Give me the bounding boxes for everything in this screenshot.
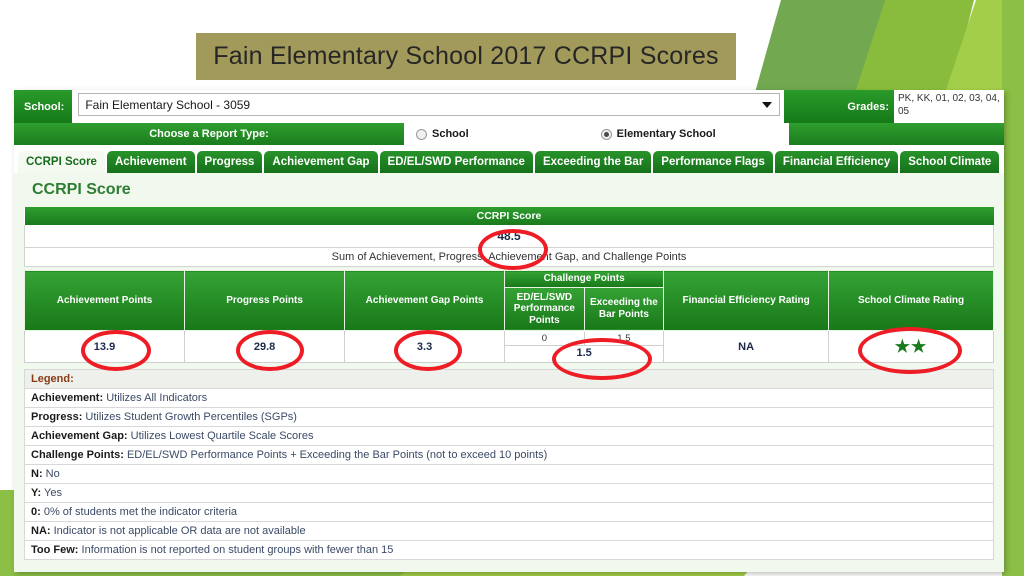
legend-desc: Information is not reported on student g… — [81, 544, 394, 556]
points-breakdown-table: Achievement Points Progress Points Achie… — [23, 270, 994, 363]
col-header-school-climate-rating: School Climate Rating — [828, 270, 994, 331]
school-toolbar: School: Fain Elementary School - 3059 Gr… — [14, 90, 1004, 123]
ccrpi-score-value: 48.5 — [24, 225, 994, 248]
legend-term: Achievement Gap: — [31, 430, 128, 442]
points-group-header-row: Achievement Points Progress Points Achie… — [23, 270, 994, 331]
report-type-options: School Elementary School — [404, 123, 789, 145]
legend-desc: Indicator is not applicable OR data are … — [53, 525, 306, 537]
ccrpi-report-app: School: Fain Elementary School - 3059 Gr… — [14, 90, 1004, 572]
tab-school-climate[interactable]: School Climate — [900, 151, 1000, 173]
legend-term: Y: — [31, 487, 42, 499]
legend-title: Legend: — [24, 369, 994, 388]
legend-desc: ED/EL/SWD Performance Points + Exceeding… — [126, 449, 548, 461]
school-select-value: Fain Elementary School - 3059 — [85, 97, 251, 112]
col-header-progress-points: Progress Points — [184, 270, 346, 331]
section-title: CCRPI Score — [32, 181, 131, 198]
challenge-points-components: 0 1.5 — [505, 332, 664, 346]
legend-row: Achievement Gap: Utilizes Lowest Quartil… — [24, 426, 994, 446]
ccrpi-score-header: CCRPI Score — [24, 207, 994, 225]
value-ed-el-swd-performance-points: 0 — [505, 332, 585, 345]
legend-desc: 0% of students met the indicator criteri… — [43, 506, 238, 518]
value-school-climate-rating: ★★ — [828, 330, 994, 363]
legend-row: Challenge Points: ED/EL/SWD Performance … — [24, 445, 994, 465]
value-achievement-gap-points: 3.3 — [344, 330, 506, 363]
tab-panel-ccrpi-score: CCRPI Score CCRPI Score 48.5 Sum of Achi… — [14, 173, 1004, 572]
col-header-achievement-points: Achievement Points — [23, 270, 186, 331]
value-achievement-points: 13.9 — [23, 330, 186, 363]
report-type-prompt: Choose a Report Type: — [14, 123, 404, 145]
tab-progress[interactable]: Progress — [196, 151, 263, 173]
chevron-down-icon[interactable] — [762, 101, 773, 108]
ccrpi-score-subtitle: Sum of Achievement, Progress, Achievemen… — [24, 247, 994, 267]
tab-financial-efficiency[interactable]: Financial Efficiency — [774, 151, 899, 173]
radio-icon-elementary-school[interactable] — [600, 128, 612, 140]
legend-term: 0: — [31, 506, 41, 518]
radio-label-elementary-school: Elementary School — [616, 128, 716, 140]
page-title: Fain Elementary School 2017 CCRPI Scores — [213, 42, 719, 70]
report-tabs: CCRPI Score Achievement Progress Achieve… — [14, 145, 1004, 173]
legend-row: Progress: Utilizes Student Growth Percen… — [24, 407, 994, 427]
radio-icon-school[interactable] — [416, 128, 427, 140]
school-select[interactable]: Fain Elementary School - 3059 — [78, 93, 781, 116]
value-progress-points: 29.8 — [184, 330, 346, 363]
value-challenge-points-cell: 0 1.5 1.5 — [504, 330, 665, 363]
col-header-challenge-points-group: Challenge Points — [504, 270, 665, 288]
report-type-row-filler — [789, 123, 1004, 145]
legend-term: NA: — [31, 525, 51, 537]
legend-row: N: No — [24, 464, 994, 484]
legend-row: Achievement: Utilizes All Indicators — [24, 388, 994, 408]
radio-option-elementary-school[interactable]: Elementary School — [600, 128, 716, 140]
legend-row: NA: Indicator is not applicable OR data … — [24, 521, 994, 541]
legend-table: Achievement: Utilizes All Indicators Pro… — [24, 388, 994, 560]
legend-desc: No — [45, 468, 60, 480]
legend-desc: Yes — [44, 487, 62, 499]
tab-performance-flags[interactable]: Performance Flags — [653, 151, 773, 173]
radio-option-school[interactable]: School — [416, 128, 469, 140]
col-header-ed-el-swd-performance-points: ED/EL/SWD Performance Points — [504, 286, 585, 331]
grades-label: Grades: — [839, 90, 894, 123]
decorative-right-strip — [1002, 0, 1024, 576]
legend-row: Y: Yes — [24, 483, 994, 503]
col-header-exceeding-the-bar-points: Exceeding the Bar Points — [583, 286, 665, 331]
legend-term: Achievement: — [31, 392, 104, 404]
tab-ed-el-swd-performance[interactable]: ED/EL/SWD Performance — [379, 151, 533, 173]
points-value-row: 13.9 29.8 3.3 0 1.5 1.5 NA ★★ — [23, 330, 994, 363]
value-exceeding-the-bar-points: 1.5 — [617, 333, 631, 344]
legend-row: 0: 0% of students met the indicator crit… — [24, 502, 994, 522]
legend-term: Challenge Points: — [31, 449, 124, 461]
school-label: School: — [14, 90, 73, 123]
tab-achievement[interactable]: Achievement — [106, 151, 195, 173]
legend-desc: Utilizes All Indicators — [106, 392, 208, 404]
legend-desc: Utilizes Lowest Quartile Scale Scores — [130, 430, 314, 442]
tab-ccrpi-score[interactable]: CCRPI Score — [18, 151, 105, 173]
report-type-row: Choose a Report Type: School Elementary … — [14, 123, 1004, 145]
slide-title-banner: Fain Elementary School 2017 CCRPI Scores — [196, 33, 736, 80]
col-header-achievement-gap-points: Achievement Gap Points — [344, 270, 506, 331]
tab-exceeding-the-bar[interactable]: Exceeding the Bar — [534, 151, 652, 173]
value-challenge-points-total: 1.5 — [576, 347, 592, 359]
legend-term: Progress: — [31, 411, 83, 423]
school-select-wrap: Fain Elementary School - 3059 — [72, 90, 785, 123]
grades-value: PK, KK, 01, 02, 03, 04, 05 — [894, 90, 1004, 123]
legend-term: Too Few: — [31, 544, 79, 556]
toolbar-spacer — [784, 90, 840, 123]
legend-desc: Utilizes Student Growth Percentiles (SGP… — [85, 411, 297, 423]
ccrpi-score-table: CCRPI Score 48.5 Sum of Achievement, Pro… — [24, 207, 994, 267]
tab-achievement-gap[interactable]: Achievement Gap — [264, 151, 378, 173]
value-financial-efficiency-rating: NA — [663, 330, 830, 363]
legend-row: Too Few: Information is not reported on … — [24, 540, 994, 560]
legend-term: N: — [31, 468, 43, 480]
star-rating-icon: ★★ — [894, 336, 928, 356]
radio-label-school: School — [432, 128, 469, 140]
col-header-financial-efficiency-rating: Financial Efficiency Rating — [663, 270, 830, 331]
